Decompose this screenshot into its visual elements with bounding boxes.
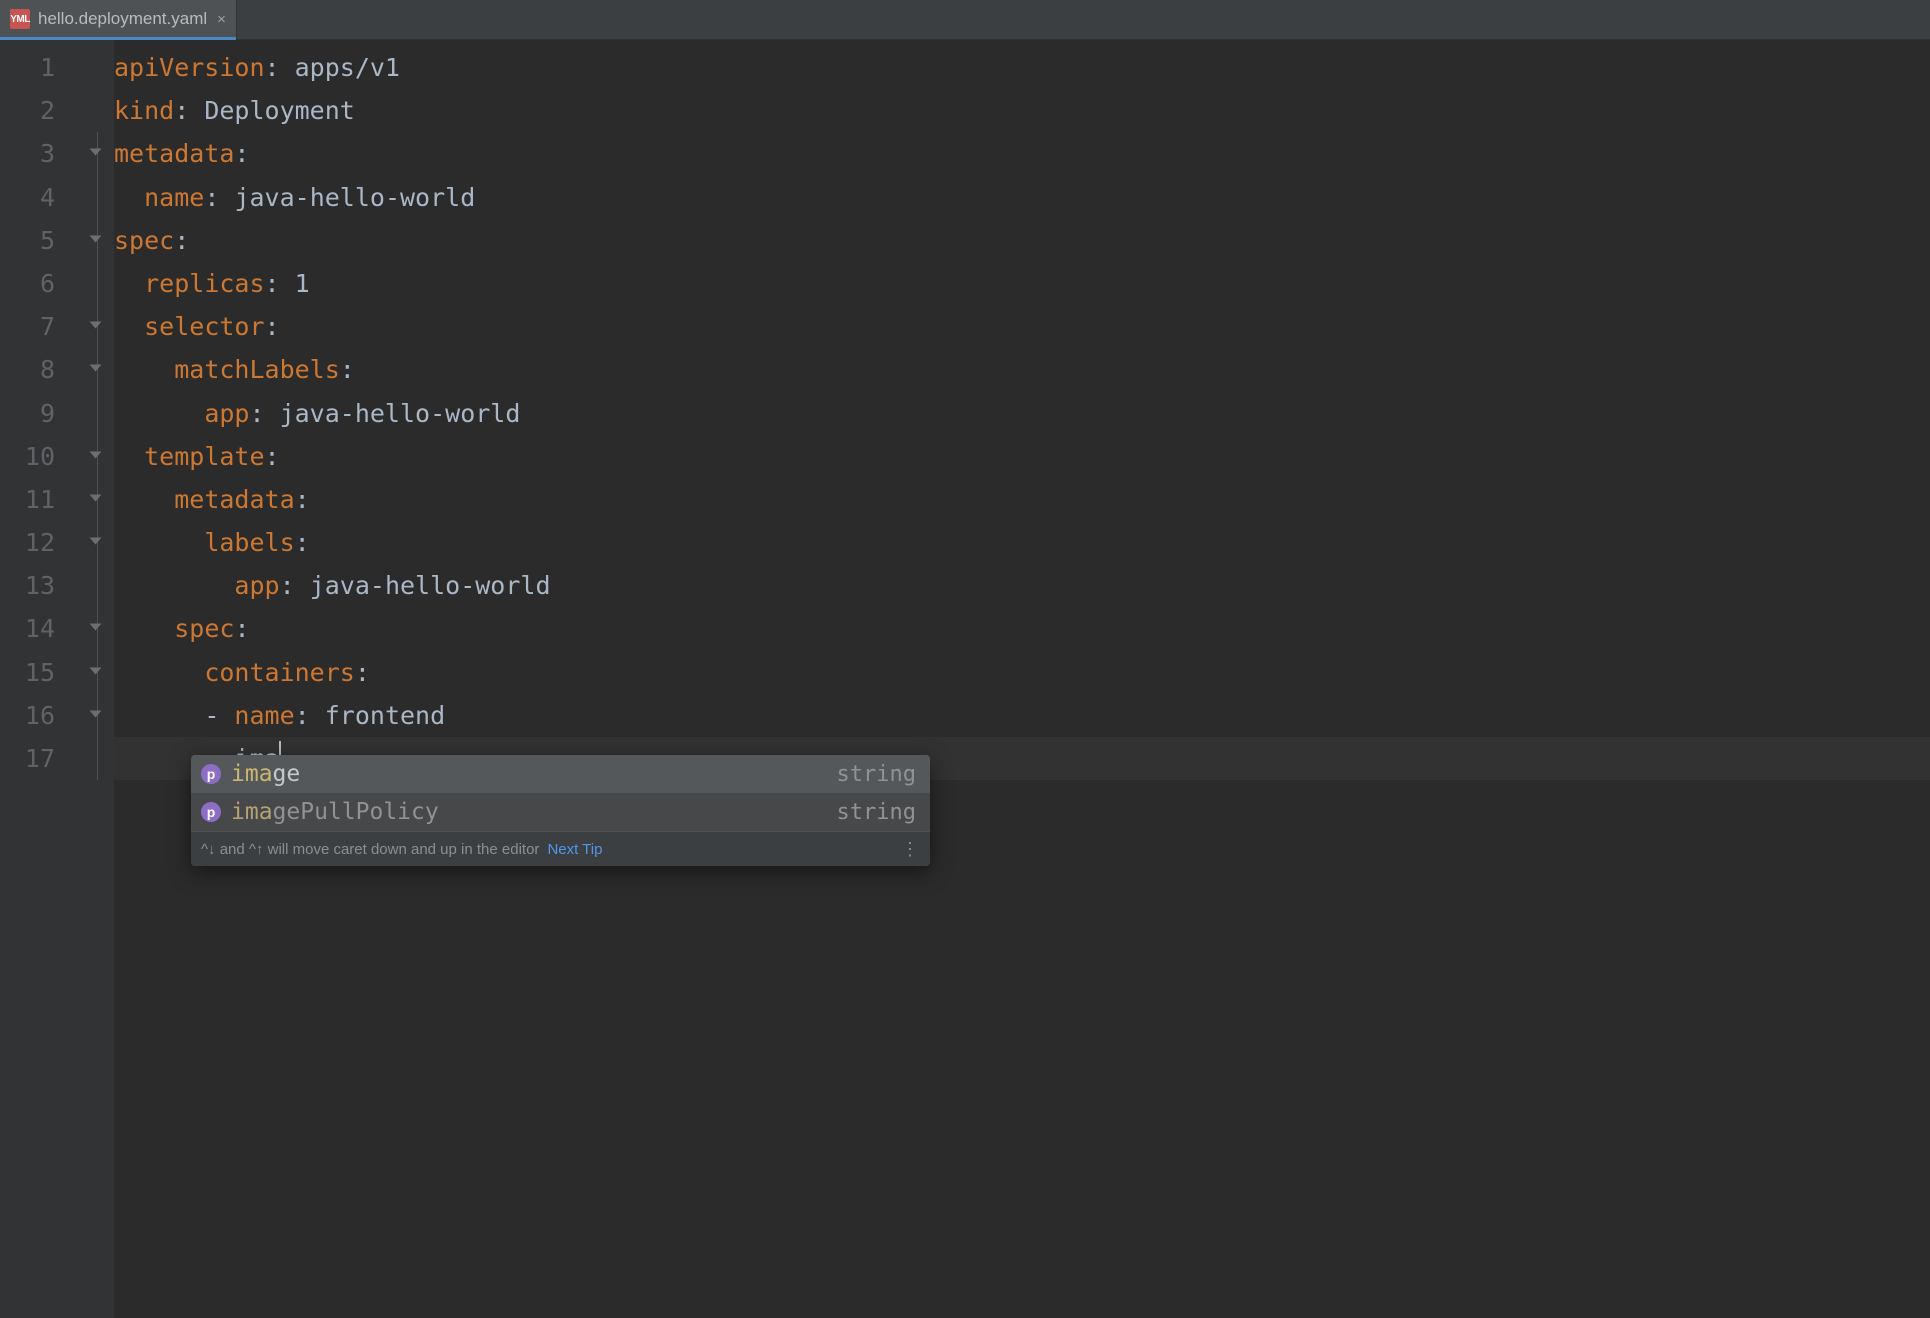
line-number: 4 bbox=[0, 176, 87, 219]
fold-icon[interactable] bbox=[90, 451, 102, 458]
code-line[interactable]: name: java-hello-world bbox=[114, 176, 1930, 219]
line-number: 15 bbox=[0, 651, 87, 694]
line-number: 10 bbox=[0, 435, 87, 478]
line-number: 11 bbox=[0, 478, 87, 521]
line-number: 9 bbox=[0, 392, 87, 435]
yaml-file-icon: YML bbox=[10, 9, 30, 29]
fold-icon[interactable] bbox=[90, 149, 102, 156]
code-line[interactable]: apiVersion: apps/v1 bbox=[114, 46, 1930, 89]
gutter: 1 2 3 4 5 6 7 8 9 10 11 12 13 14 15 16 1… bbox=[0, 40, 88, 1318]
autocomplete-item[interactable]: p image string bbox=[191, 755, 930, 793]
file-tab[interactable]: YML hello.deployment.yaml × bbox=[0, 0, 237, 39]
line-number: 5 bbox=[0, 219, 87, 262]
code-area[interactable]: apiVersion: apps/v1 kind: Deployment met… bbox=[114, 40, 1930, 1318]
code-line[interactable]: app: java-hello-world bbox=[114, 392, 1930, 435]
fold-icon[interactable] bbox=[90, 365, 102, 372]
code-line[interactable]: metadata: bbox=[114, 478, 1930, 521]
autocomplete-item[interactable]: p imagePullPolicy string bbox=[191, 793, 930, 831]
editor[interactable]: 1 2 3 4 5 6 7 8 9 10 11 12 13 14 15 16 1… bbox=[0, 40, 1930, 1318]
tabbar: YML hello.deployment.yaml × bbox=[0, 0, 1930, 40]
autocomplete-popup: p image string p imagePullPolicy string … bbox=[191, 755, 930, 866]
property-icon: p bbox=[201, 802, 221, 822]
fold-icon[interactable] bbox=[90, 494, 102, 501]
line-number: 17 bbox=[0, 737, 87, 780]
autocomplete-hint: ^↓ and ^↑ will move caret down and up in… bbox=[191, 831, 930, 866]
property-icon: p bbox=[201, 764, 221, 784]
code-line[interactable]: app: java-hello-world bbox=[114, 564, 1930, 607]
close-icon[interactable]: × bbox=[217, 12, 226, 27]
code-line[interactable]: kind: Deployment bbox=[114, 89, 1930, 132]
code-line[interactable]: matchLabels: bbox=[114, 348, 1930, 391]
fold-icon[interactable] bbox=[90, 538, 102, 545]
line-number: 14 bbox=[0, 607, 87, 650]
next-tip-link[interactable]: Next Tip bbox=[547, 841, 602, 858]
more-icon[interactable]: ⋮ bbox=[901, 839, 920, 860]
fold-icon[interactable] bbox=[90, 235, 102, 242]
fold-icon[interactable] bbox=[90, 667, 102, 674]
line-number: 2 bbox=[0, 89, 87, 132]
line-number: 6 bbox=[0, 262, 87, 305]
code-line[interactable]: replicas: 1 bbox=[114, 262, 1930, 305]
fold-icon[interactable] bbox=[90, 710, 102, 717]
line-number: 7 bbox=[0, 305, 87, 348]
line-number: 16 bbox=[0, 694, 87, 737]
code-line[interactable]: template: bbox=[114, 435, 1930, 478]
code-line[interactable]: spec: bbox=[114, 219, 1930, 262]
code-line[interactable]: spec: bbox=[114, 607, 1930, 650]
line-number: 1 bbox=[0, 46, 87, 89]
hint-text: ^↓ and ^↑ will move caret down and up in… bbox=[201, 841, 539, 858]
code-line[interactable]: metadata: bbox=[114, 132, 1930, 175]
line-number: 8 bbox=[0, 348, 87, 391]
line-number: 12 bbox=[0, 521, 87, 564]
line-number: 3 bbox=[0, 132, 87, 175]
code-line[interactable]: selector: bbox=[114, 305, 1930, 348]
code-line[interactable]: - name: frontend bbox=[114, 694, 1930, 737]
line-number: 13 bbox=[0, 564, 87, 607]
fold-column bbox=[88, 40, 114, 1318]
fold-icon[interactable] bbox=[90, 624, 102, 631]
code-line[interactable]: labels: bbox=[114, 521, 1930, 564]
fold-icon[interactable] bbox=[90, 322, 102, 329]
tab-filename: hello.deployment.yaml bbox=[38, 9, 207, 29]
code-line[interactable]: containers: bbox=[114, 651, 1930, 694]
